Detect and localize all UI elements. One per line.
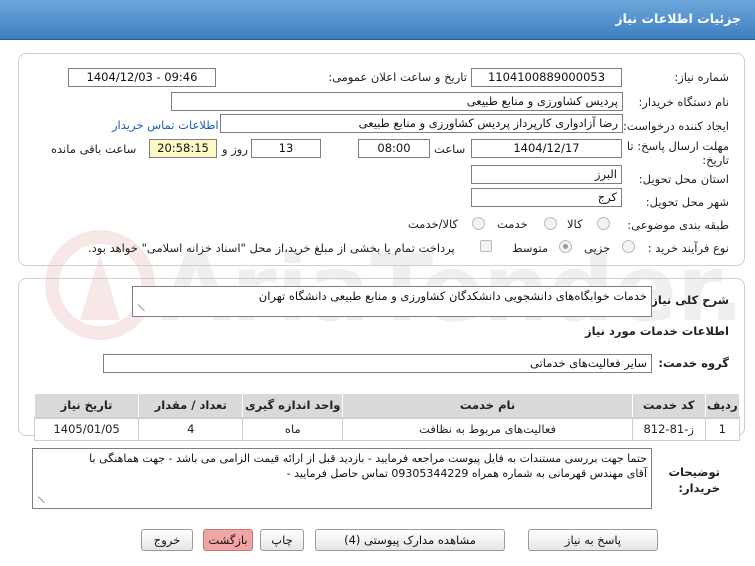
buyer-org-field: پردیس کشاورزی و منابع طبیعی [171,92,623,111]
requester-field: رضا آزادواری کارپرداز پردیس کشاورزی و من… [220,114,623,133]
process-option-medium: متوسط [512,241,549,255]
cell-name: فعالیت‌های مربوط به نظافت [342,417,633,441]
col-unit: واحد اندازه گیری [242,393,344,419]
days-label: روز و [222,142,248,156]
buyer-org-label: نام دستگاه خریدار: [638,95,729,109]
category-option-service: خدمت [497,217,528,231]
buyer-notes-line2: آقای مهندس قهرمانی به شماره همراه 093053… [286,467,647,480]
province-label: استان محل تحویل: [638,172,729,186]
treasury-checkbox[interactable] [480,240,492,252]
buyer-notes-label-line1: توضیحات [668,465,721,479]
col-row: ردیف [704,393,741,419]
announce-label: تاریخ و ساعت اعلان عمومی: [328,70,467,84]
category-option-goods-service: کالا/خدمت [408,217,459,231]
service-group-field: سایر فعالیت‌های خدماتی [103,354,652,373]
col-code: کد خدمت [631,393,706,419]
page-title: جزئیات اطلاعات نیاز [615,11,741,26]
cell-code: ز-81-812 [631,417,706,441]
treasury-note: پرداخت تمام یا بخشی از مبلغ خرید،از محل … [88,241,455,255]
category-label: طبقه بندی موضوعی: [627,218,729,232]
process-option-minor: جزیی [584,241,611,255]
deadline-time-label: ساعت [434,142,466,156]
buyer-contact-link[interactable]: اطلاعات تماس خریدار [112,118,219,132]
process-radio-medium[interactable] [559,240,572,253]
col-name: نام خدمت [342,393,633,419]
requester-label: ایجاد کننده درخواست: [623,119,729,133]
table-row: 1 ز-81-812 فعالیت‌های مربوط به نظافت ماه… [33,417,741,441]
need-number-field: 1104100889000053 [471,68,622,87]
col-qty: تعداد / مقدار [138,393,244,419]
description-label: شرح کلی نیاز: [646,293,729,307]
category-radio-service[interactable] [544,217,557,230]
service-group-label: گروه خدمت: [658,356,729,370]
attachments-button[interactable]: مشاهده مدارک پیوستی (4) [315,529,505,551]
cell-row: 1 [704,417,741,441]
city-label: شهر محل تحویل: [645,195,729,209]
cell-unit: ماه [242,417,344,441]
buyer-notes-field: حتما جهت بررسی مستندات به فایل پیوست مرا… [32,448,652,509]
category-radio-goods-service[interactable] [472,217,485,230]
need-number-label: شماره نیاز: [674,70,729,84]
col-date: تاریخ نیاز [33,393,140,419]
days-remaining-field: 13 [251,139,321,158]
category-option-goods: کالا [567,217,583,231]
deadline-date-field: 1404/12/17 [471,139,622,158]
exit-button[interactable]: خروج [141,529,193,551]
reply-button[interactable]: پاسخ به نیاز [528,529,658,551]
print-button[interactable]: چاپ [260,529,304,551]
buyer-notes-line1: حتما جهت بررسی مستندات به فایل پیوست مرا… [89,452,647,465]
services-table-header: ردیف کد خدمت نام خدمت واحد اندازه گیری ت… [33,393,741,419]
description-field: خدمات خوابگاه‌های دانشجویی دانشکدگان کشا… [132,286,652,317]
services-section-title: اطلاعات خدمات مورد نیاز [585,324,729,338]
category-radio-goods[interactable] [597,217,610,230]
time-remaining-field: 20:58:15 [149,139,217,158]
announce-field: 1404/12/03 - 09:46 [68,68,216,87]
cell-qty: 4 [138,417,244,441]
time-remaining-label: ساعت باقی مانده [51,142,137,156]
process-label: نوع فرآیند خرید : [647,241,729,255]
deadline-label-line1: مهلت ارسال پاسخ: تا [626,139,729,153]
back-button[interactable]: بازگشت [203,529,253,551]
deadline-label-line2: تاریخ: [702,153,729,167]
cell-date: 1405/01/05 [33,417,140,441]
province-field: البرز [471,165,622,184]
deadline-time-field: 08:00 [358,139,430,158]
process-radio-minor[interactable] [622,240,635,253]
buyer-notes-label-line2: خریدار: [678,481,720,495]
city-field: کرج [471,188,622,207]
services-table: ردیف کد خدمت نام خدمت واحد اندازه گیری ت… [33,393,741,441]
